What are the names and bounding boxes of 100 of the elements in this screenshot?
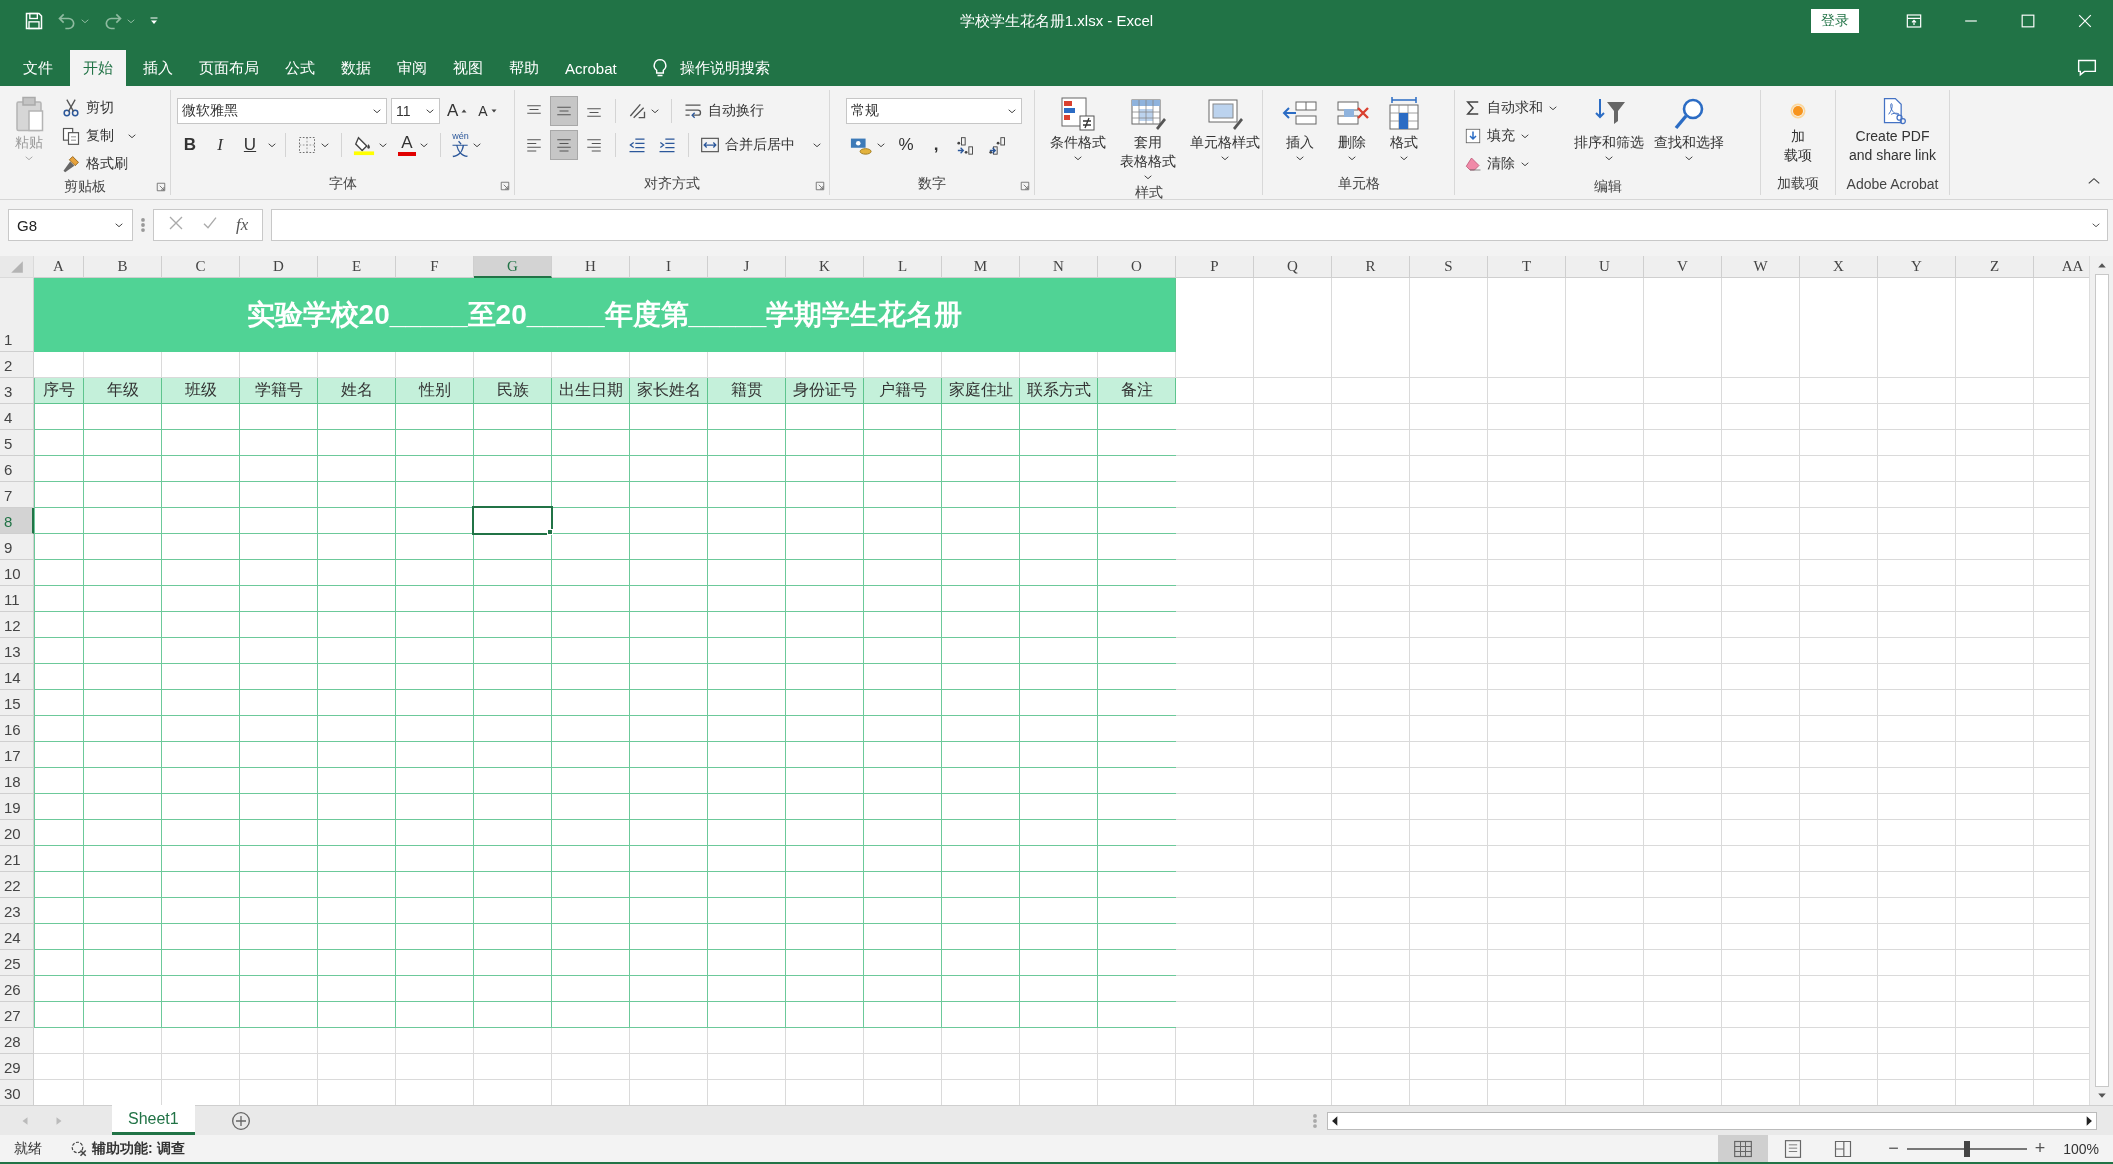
row-number[interactable]: 15 [0, 690, 34, 716]
row-number[interactable]: 8 [0, 508, 34, 534]
ribbon-command[interactable]: 删除 [1329, 94, 1375, 165]
column-letter[interactable]: V [1644, 256, 1722, 278]
vertical-scrollbar[interactable] [2089, 256, 2113, 1105]
normal-view-button[interactable] [1718, 1135, 1769, 1162]
ribbon-command[interactable]: 自动求和 [1461, 94, 1561, 122]
column-letter[interactable]: W [1722, 256, 1800, 278]
align-center-button[interactable] [551, 131, 577, 159]
ribbon-command[interactable]: 条件格式 [1045, 94, 1111, 184]
row-number[interactable]: 26 [0, 976, 34, 1002]
name-box[interactable]: G8 [8, 209, 133, 241]
column-letter[interactable]: I [630, 256, 708, 278]
column-letter[interactable]: E [318, 256, 396, 278]
row-number[interactable]: 19 [0, 794, 34, 820]
column-letter[interactable]: L [864, 256, 942, 278]
row-number[interactable]: 14 [0, 664, 34, 690]
bold-button[interactable]: B [177, 131, 203, 159]
row-number[interactable]: 1 [0, 278, 34, 352]
column-letter[interactable]: R [1332, 256, 1410, 278]
row-number[interactable]: 2 [0, 352, 34, 378]
row-number[interactable]: 5 [0, 430, 34, 456]
row-number[interactable]: 27 [0, 1002, 34, 1028]
column-letter[interactable]: T [1488, 256, 1566, 278]
ribbon-command[interactable]: 剪切 [58, 94, 140, 122]
column-letter[interactable]: U [1566, 256, 1644, 278]
ribbon-tab[interactable]: 视图 [440, 50, 496, 86]
row-number[interactable]: 7 [0, 482, 34, 508]
ribbon-tab[interactable]: Acrobat [552, 50, 630, 86]
row-number[interactable]: 24 [0, 924, 34, 950]
sheet-tab[interactable]: Sheet1 [112, 1105, 195, 1135]
row-number[interactable]: 20 [0, 820, 34, 846]
column-letter[interactable]: P [1176, 256, 1254, 278]
formula-input[interactable] [271, 209, 2108, 241]
middle-align-button[interactable] [551, 97, 577, 125]
column-letter[interactable]: C [162, 256, 240, 278]
insert-function-button[interactable]: fx [236, 215, 249, 235]
decrease-font-size-button[interactable]: A [474, 97, 501, 125]
row-number[interactable]: 28 [0, 1028, 34, 1054]
ribbon-tab[interactable]: 插入 [130, 50, 186, 86]
increase-font-size-button[interactable]: A [444, 97, 471, 125]
column-letter[interactable]: M [942, 256, 1020, 278]
comma-style-button[interactable]: , [923, 131, 949, 159]
ribbon-tab[interactable]: 帮助 [496, 50, 552, 86]
column-letter[interactable]: AA [2034, 256, 2089, 278]
ribbon-command[interactable]: 格式 [1381, 94, 1427, 165]
slider-thumb[interactable] [1963, 1140, 1970, 1157]
ribbon-tab[interactable]: 页面布局 [186, 50, 272, 86]
ribbon-command[interactable]: 插入 [1277, 94, 1323, 165]
ribbon-command[interactable]: 填充 [1461, 122, 1561, 150]
column-letter[interactable]: G [474, 256, 552, 278]
percent-style-button[interactable]: % [893, 131, 919, 159]
accessibility-button[interactable]: 辅助功能: 调查 [70, 1139, 185, 1158]
row-number[interactable]: 13 [0, 638, 34, 664]
row-number[interactable]: 30 [0, 1080, 34, 1105]
zoom-in-button[interactable]: + [2034, 1138, 2046, 1159]
ribbon-command[interactable]: 单元格样式 [1185, 94, 1265, 184]
font-name-dropdown[interactable]: 微软雅黑 [177, 98, 387, 124]
merge-center-button[interactable]: 合并后居中 [697, 131, 825, 159]
column-letter[interactable]: D [240, 256, 318, 278]
add-ins-button[interactable]: 加 载项 [1778, 94, 1818, 166]
row-number[interactable]: 25 [0, 950, 34, 976]
ribbon-command[interactable]: 复制 [58, 122, 140, 150]
create-pdf-button[interactable]: Create PDF and share link [1843, 94, 1942, 166]
row-number[interactable]: 22 [0, 872, 34, 898]
column-letter[interactable]: H [552, 256, 630, 278]
row-number[interactable]: 11 [0, 586, 34, 612]
italic-button[interactable]: I [207, 131, 233, 159]
ribbon-command[interactable]: 套用 表格格式 [1115, 94, 1181, 184]
row-number[interactable]: 10 [0, 560, 34, 586]
font-color-button[interactable]: A [395, 131, 432, 159]
column-letter[interactable]: F [396, 256, 474, 278]
column-letter[interactable]: X [1800, 256, 1878, 278]
wrap-text-button[interactable]: 自动换行 [680, 97, 767, 125]
phonetic-button[interactable]: wén 文 [449, 131, 485, 159]
save-button[interactable] [24, 11, 44, 31]
column-letter[interactable]: S [1410, 256, 1488, 278]
column-letter[interactable]: N [1020, 256, 1098, 278]
ribbon-tab[interactable]: 文件 [10, 50, 66, 86]
ribbon-tab[interactable]: 数据 [328, 50, 384, 86]
column-letter[interactable]: A [34, 256, 84, 278]
column-letter[interactable]: Y [1878, 256, 1956, 278]
row-number[interactable]: 3 [0, 378, 34, 404]
row-number[interactable]: 9 [0, 534, 34, 560]
undo-button[interactable] [56, 11, 90, 31]
row-number[interactable]: 6 [0, 456, 34, 482]
ribbon-command[interactable]: 清除 [1461, 150, 1561, 178]
row-number[interactable]: 16 [0, 716, 34, 742]
underline-button[interactable]: U [237, 131, 263, 159]
ribbon-command[interactable]: 排序和筛选 [1569, 94, 1649, 165]
row-number[interactable]: 12 [0, 612, 34, 638]
ribbon-tab[interactable]: 审阅 [384, 50, 440, 86]
row-number[interactable]: 21 [0, 846, 34, 872]
row-number[interactable]: 4 [0, 404, 34, 430]
column-letter[interactable]: K [786, 256, 864, 278]
column-letter[interactable]: O [1098, 256, 1176, 278]
horizontal-scrollbar[interactable] [1327, 1111, 2097, 1130]
ribbon-tab[interactable]: 公式 [272, 50, 328, 86]
scrollbar-thumb[interactable] [2094, 274, 2109, 1087]
column-letter[interactable]: J [708, 256, 786, 278]
